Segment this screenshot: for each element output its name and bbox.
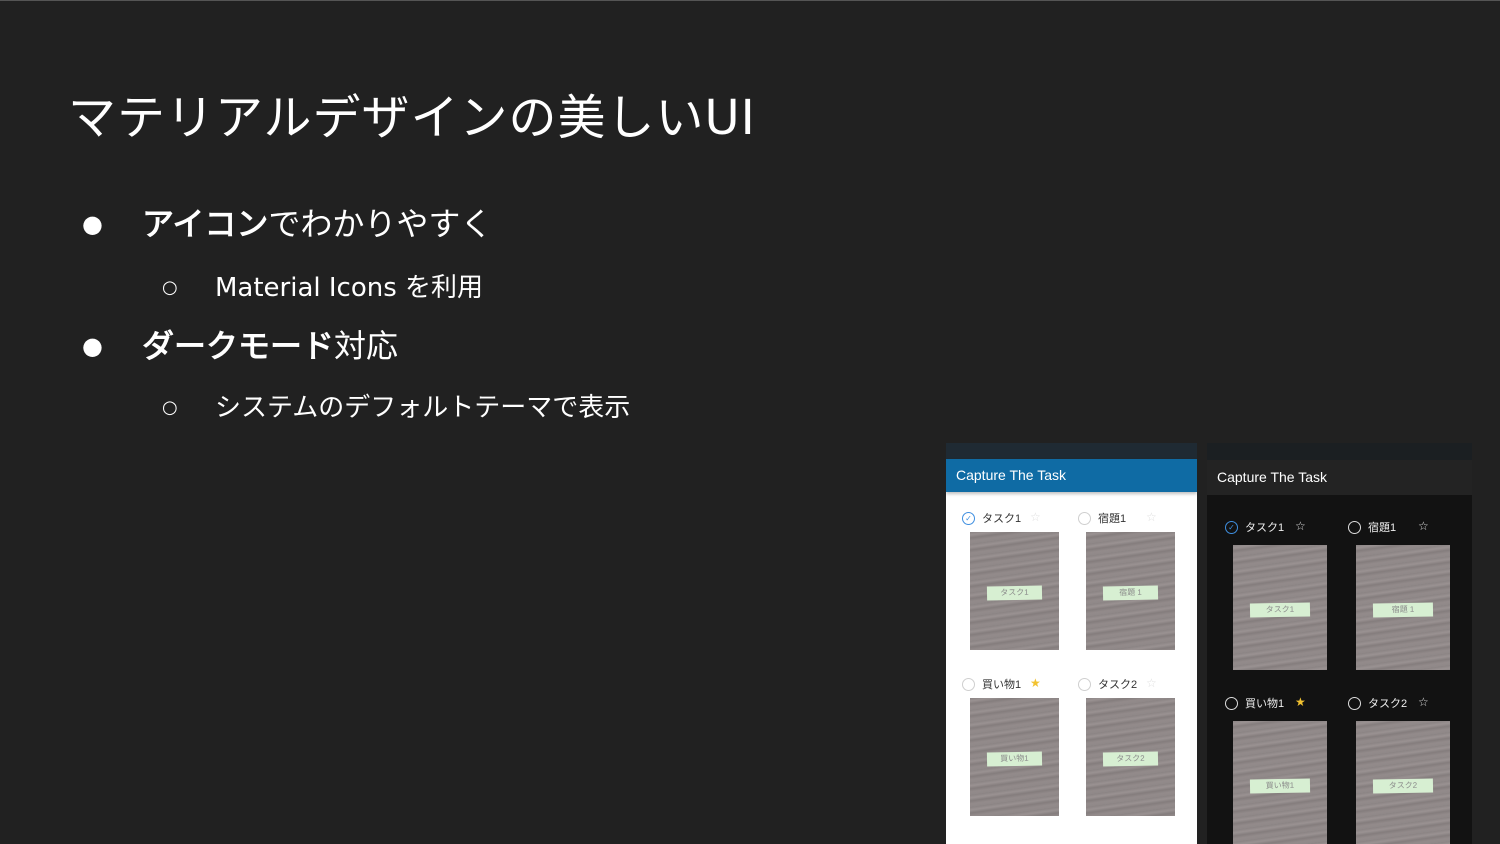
task-title: タスク1 [1245, 522, 1285, 534]
task-card[interactable]: 宿題1 ☆ 宿題 1 [1078, 508, 1179, 650]
task-card[interactable]: 買い物1 ★ 買い物1 [962, 674, 1063, 816]
radio-circle-icon[interactable] [962, 678, 975, 691]
subbullet-circle: ○ [162, 397, 178, 418]
bullet-text: 対応 [334, 327, 399, 365]
sticky-note: タスク2 [1372, 778, 1434, 794]
check-circle-icon[interactable]: ✓ [1225, 521, 1238, 534]
task-photo[interactable]: タスク2 [1086, 698, 1175, 816]
task-card[interactable]: タスク2 ☆ タスク2 [1078, 674, 1179, 816]
status-bar [1207, 443, 1472, 460]
task-photo[interactable]: タスク2 [1356, 721, 1450, 844]
task-title: 買い物1 [982, 679, 1022, 691]
bullet-bold-text: ダークモード [142, 327, 335, 365]
star-outline-icon[interactable]: ☆ [1030, 510, 1041, 524]
task-photo[interactable]: 宿題 1 [1356, 545, 1450, 670]
app-bar: Capture The Task [946, 459, 1197, 492]
sticky-note: 買い物1 [986, 751, 1043, 767]
task-photo[interactable]: 買い物1 [1233, 721, 1327, 844]
radio-circle-icon[interactable] [1078, 512, 1091, 525]
bullet-dot: ● [82, 210, 103, 238]
task-card[interactable]: 買い物1 ★ 買い物1 [1225, 693, 1331, 844]
sticky-note: 宿題 1 [1372, 602, 1434, 618]
star-outline-icon[interactable]: ☆ [1146, 676, 1157, 690]
sticky-note: 買い物1 [1249, 778, 1311, 794]
star-outline-icon[interactable]: ☆ [1146, 510, 1157, 524]
bullet-dark-mode: ● ダークモード 対応 [82, 324, 398, 368]
sticky-note: 宿題 1 [1102, 585, 1159, 601]
star-outline-icon[interactable]: ☆ [1418, 695, 1429, 709]
top-divider [0, 0, 1500, 1]
task-title: タスク2 [1368, 698, 1408, 710]
task-title: タスク1 [982, 513, 1022, 525]
slide-title: マテリアルデザインの美しいUI [68, 90, 756, 146]
subbullet-text: Material Icons を利用 [215, 273, 484, 303]
radio-circle-icon[interactable] [1225, 697, 1238, 710]
star-filled-icon[interactable]: ★ [1030, 676, 1041, 690]
subbullet-material-icons: ○ Material Icons を利用 [162, 270, 483, 306]
radio-circle-icon[interactable] [1078, 678, 1091, 691]
subbullet-circle: ○ [162, 277, 178, 298]
bullet-icons: ● アイコン でわかりやすく [82, 202, 492, 246]
task-photo[interactable]: 宿題 1 [1086, 532, 1175, 650]
sticky-note: タスク2 [1102, 751, 1159, 767]
bullet-bold-text: アイコン [142, 205, 269, 243]
bullet-dot: ● [82, 332, 103, 360]
light-mode-screenshot: Capture The Task ✓ タスク1 ☆ タスク1 宿題1 ☆ 宿題 1 買い物1 ★… [946, 443, 1197, 844]
check-circle-icon[interactable]: ✓ [962, 512, 975, 525]
dark-mode-screenshot: Capture The Task ✓ タスク1 ☆ タスク1 宿題1 ☆ 宿題 1 買い物1 ★… [1207, 443, 1472, 844]
task-card[interactable]: ✓ タスク1 ☆ タスク1 [962, 508, 1063, 650]
task-card[interactable]: 宿題1 ☆ 宿題 1 [1348, 517, 1454, 670]
subbullet-text: システムのデフォルトテーマで表示 [215, 393, 631, 423]
star-outline-icon[interactable]: ☆ [1418, 519, 1429, 533]
sticky-note: タスク1 [986, 585, 1043, 601]
radio-circle-icon[interactable] [1348, 521, 1361, 534]
task-photo[interactable]: タスク1 [970, 532, 1059, 650]
bullet-text: でわかりやすく [268, 205, 493, 243]
task-title: 宿題1 [1368, 522, 1397, 534]
app-bar: Capture The Task [1207, 460, 1472, 495]
task-title: 宿題1 [1098, 513, 1127, 525]
status-bar [946, 443, 1197, 459]
task-card[interactable]: タスク2 ☆ タスク2 [1348, 693, 1454, 844]
task-title: タスク2 [1098, 679, 1138, 691]
sticky-note: タスク1 [1249, 602, 1311, 618]
subbullet-system-theme: ○ システムのデフォルトテーマで表示 [162, 390, 630, 426]
star-filled-icon[interactable]: ★ [1295, 695, 1306, 709]
task-photo[interactable]: タスク1 [1233, 545, 1327, 670]
star-outline-icon[interactable]: ☆ [1295, 519, 1306, 533]
task-photo[interactable]: 買い物1 [970, 698, 1059, 816]
radio-circle-icon[interactable] [1348, 697, 1361, 710]
task-card[interactable]: ✓ タスク1 ☆ タスク1 [1225, 517, 1331, 670]
task-title: 買い物1 [1245, 698, 1285, 710]
